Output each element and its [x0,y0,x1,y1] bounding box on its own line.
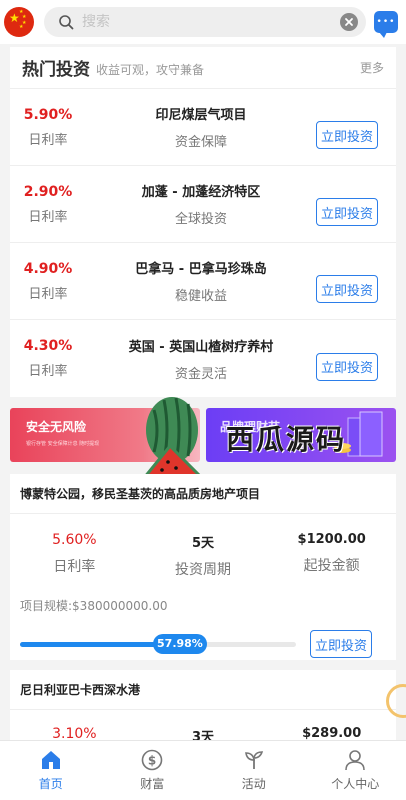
progress-row: 57.98% 立即投资 [10,630,396,658]
daily-rate-value: 4.30% [23,338,73,354]
dollar-icon: $ [141,749,163,771]
project-scale: 项目规模:$380000000.00 [20,599,168,613]
invest-now-button[interactable]: 立即投资 [309,630,372,658]
product-info: 英国 - 英国山楂树疗养村 资金灵活 [86,336,316,382]
hot-investments-card: 热门投资 收益可观，攻守兼备 更多 5.90% 日利率 印尼煤层气项目 资金保障… [10,47,396,397]
daily-rate-label: 日利率 [28,132,68,148]
bottom-tab-bar: 首页 $ 财富 活动 个人中心 [0,740,406,800]
daily-rate-value: 2.90% [23,183,73,200]
project-stats: 5.60% 日利率 5天 投资周期 $1200.00 起投金额 [10,532,396,579]
rate-block: 4.30% 日利率 [10,338,86,379]
tab-label: 财富 [140,777,165,791]
product-tag: 稳健收益 [174,289,227,304]
app-screen: ★ ★ ★ ★ ★ ••• 热门投资 收益可观，攻守兼备 更多 5.90 [0,0,406,800]
more-link[interactable]: 更多 [360,59,384,76]
daily-rate-label: 日利率 [28,364,68,379]
invest-now-button[interactable]: 立即投资 [315,121,378,149]
tab-profile[interactable]: 个人中心 [305,741,406,800]
invest-now-button[interactable]: 立即投资 [315,275,378,303]
progress-percent: 57.98% [153,633,207,654]
search-bar [44,7,366,37]
tab-activity[interactable]: 活动 [203,741,305,800]
section-title: 热门投资 [22,60,90,80]
product-tag: 资金灵活 [174,366,227,382]
rate-block: 4.90% 日利率 [10,261,86,302]
stat-period-label: 投资周期 [175,562,231,578]
daily-rate-value: 4.90% [23,260,73,277]
tab-label: 个人中心 [331,777,380,791]
watermark-text: 西瓜源码 [226,423,347,456]
tab-wealth[interactable]: $ 财富 [102,741,204,800]
stat-rate: 5.60% 日利率 [10,532,139,579]
product-tag: 全球投资 [174,212,227,227]
sprout-icon [244,751,263,769]
stat-min-label: 起投金额 [303,558,360,574]
stat-period: 5天 投资周期 [139,532,268,579]
svg-text:$: $ [148,754,156,768]
product-name: 巴拿马 - 巴拿马珍珠岛 [135,262,267,277]
banner-title: 安全无风险 [26,420,87,434]
stat-rate-label: 日利率 [53,559,96,575]
top-bar: ★ ★ ★ ★ ★ ••• [0,0,406,44]
message-icon[interactable]: ••• [374,11,398,38]
stat-min-value: $1200.00 [297,532,366,547]
product-row[interactable]: 2.90% 日利率 加蓬 - 加蓬经济特区 全球投资 立即投资 [10,166,396,243]
search-icon [59,15,74,30]
product-row[interactable]: 5.90% 日利率 印尼煤层气项目 资金保障 立即投资 [10,89,396,166]
stat-min: $1200.00 起投金额 [267,532,396,579]
rate-block: 5.90% 日利率 [10,107,86,148]
tab-home[interactable]: 首页 [0,741,102,800]
product-info: 加蓬 - 加蓬经济特区 全球投资 [86,181,316,227]
rate-block: 2.90% 日利率 [10,184,86,225]
china-flag-icon[interactable]: ★ ★ ★ ★ ★ [4,7,34,37]
user-icon [345,750,366,771]
stat-period-value: 5天 [191,536,215,551]
product-info: 印尼煤层气项目 资金保障 [86,104,316,150]
stat-min-value: $289.00 [302,726,362,741]
project-card[interactable]: 尼日利亚巴卡西深水港 3.10% 3天 $289.00 [10,670,396,750]
product-name: 印尼煤层气项目 [155,108,247,123]
invest-now-button[interactable]: 立即投资 [315,198,378,226]
home-icon [41,751,60,769]
banner-subtitle: 银行存管 安全保障计息 随时提现 [26,441,100,447]
tab-label: 首页 [38,777,63,791]
hot-header: 热门投资 收益可观，攻守兼备 更多 [10,47,396,89]
product-name: 加蓬 - 加蓬经济特区 [141,185,261,200]
stat-rate-value: 5.60% [52,532,97,548]
invest-now-button[interactable]: 立即投资 [315,352,378,381]
search-input[interactable] [82,8,340,36]
project-title: 尼日利亚巴卡西深水港 [10,670,396,710]
product-row[interactable]: 4.30% 日利率 英国 - 英国山楂树疗养村 资金灵活 立即投资 [10,320,396,397]
product-info: 巴拿马 - 巴拿马珍珠岛 稳健收益 [86,258,316,304]
section-subtitle: 收益可观，攻守兼备 [96,62,205,77]
daily-rate-label: 日利率 [28,286,68,302]
clear-icon[interactable] [340,13,358,31]
project-card[interactable]: 博蒙特公园，移民圣基茨的高品质房地产项目 5.60% 日利率 5天 投资周期 $… [10,474,396,660]
progress-track: 57.98% [20,633,296,654]
product-row[interactable]: 4.90% 日利率 巴拿马 - 巴拿马珍珠岛 稳健收益 立即投资 [10,243,396,320]
watermelon-logo-icon [140,397,206,480]
product-tag: 资金保障 [174,135,227,150]
tab-label: 活动 [241,777,266,791]
daily-rate-value: 5.90% [23,106,73,123]
project-title: 博蒙特公园，移民圣基茨的高品质房地产项目 [10,474,396,514]
daily-rate-label: 日利率 [28,209,68,225]
product-name: 英国 - 英国山楂树疗养村 [128,339,274,355]
